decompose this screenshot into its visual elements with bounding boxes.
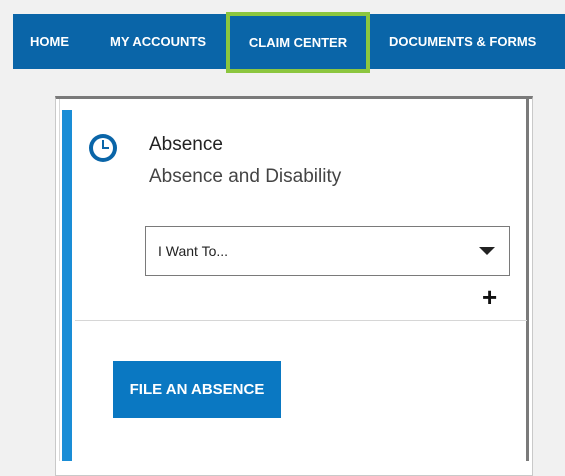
card-subtitle: Absence and Disability	[149, 166, 342, 187]
card-accent-bar	[62, 110, 72, 461]
nav-my-accounts[interactable]: MY ACCOUNTS	[110, 14, 206, 69]
nav-home[interactable]: HOME	[30, 14, 69, 69]
clock-icon	[89, 134, 117, 162]
i-want-to-dropdown[interactable]: I Want To...	[145, 226, 510, 276]
top-navigation-bar: HOME MY ACCOUNTS CLAIM CENTER DOCUMENTS …	[13, 12, 565, 73]
chevron-down-icon	[479, 247, 495, 255]
nav-claim-center[interactable]: CLAIM CENTER	[226, 12, 370, 73]
nav-documents-forms[interactable]: DOCUMENTS & FORMS	[389, 14, 536, 69]
plus-icon[interactable]: +	[482, 284, 497, 310]
card-title: Absence	[149, 134, 223, 155]
file-an-absence-button[interactable]: FILE AN ABSENCE	[113, 361, 281, 418]
card-divider	[75, 320, 527, 321]
dropdown-value: I Want To...	[158, 243, 229, 259]
